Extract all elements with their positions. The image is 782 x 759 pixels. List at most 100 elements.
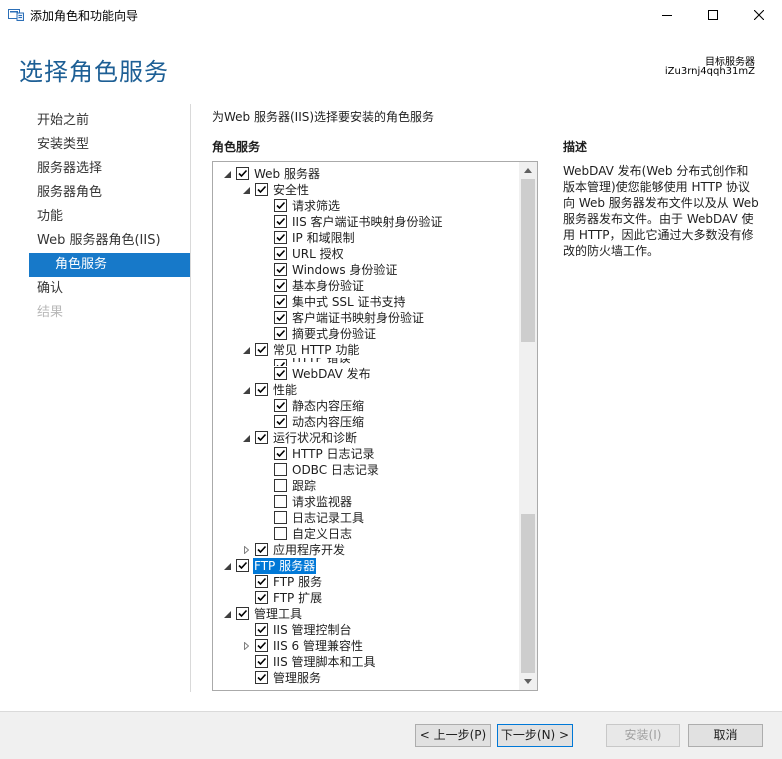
tree-row-label: IP 和域限制 (292, 231, 355, 245)
tree-checkbox[interactable] (255, 623, 268, 636)
tree-row[interactable]: IIS 管理脚本和工具 (213, 654, 519, 670)
tree-row[interactable]: IIS 6 管理兼容性 (213, 638, 519, 654)
tree-row[interactable]: IIS 客户端证书映射身份验证 (213, 214, 519, 230)
tree-checkbox[interactable] (255, 431, 268, 444)
tree-row[interactable]: FTP 扩展 (213, 590, 519, 606)
nav-item-before-you-begin[interactable]: 开始之前 (29, 109, 190, 133)
tree-checkbox[interactable] (274, 399, 287, 412)
nav-item-confirmation[interactable]: 确认 (29, 277, 190, 301)
tree-expander[interactable] (240, 342, 252, 358)
checkmark-icon (276, 417, 286, 426)
tree-checkbox[interactable] (255, 671, 268, 684)
tree-checkbox[interactable] (255, 655, 268, 668)
tree-checkbox[interactable] (274, 511, 287, 524)
tree-checkbox[interactable] (274, 311, 287, 324)
tree-expander-spacer (259, 198, 271, 214)
tree-checkbox[interactable] (274, 359, 287, 366)
tree-row[interactable]: 应用程序开发 (213, 542, 519, 558)
role-services-tree[interactable]: Web 服务器 安全性 请求筛选 IIS 客户端证书映射身份验证 IP 和域限制 URL … (212, 161, 538, 691)
tree-row-label: 动态内容压缩 (292, 415, 365, 429)
tree-checkbox[interactable] (236, 167, 249, 180)
tree-checkbox[interactable] (255, 543, 268, 556)
tree-checkbox[interactable] (255, 183, 268, 196)
nav-item-server-selection[interactable]: 服务器选择 (29, 157, 190, 181)
tree-row[interactable]: 基本身份验证 (213, 278, 519, 294)
tree-checkbox[interactable] (274, 479, 287, 492)
tree-row[interactable]: ODBC 日志记录 (213, 462, 519, 478)
tree-expander[interactable] (240, 182, 252, 198)
tree-row[interactable]: 摘要式身份验证 (213, 326, 519, 342)
tree-expander[interactable] (221, 166, 233, 182)
tree-row[interactable]: 性能 (213, 382, 519, 398)
tree-checkbox[interactable] (274, 415, 287, 428)
tree-checkbox[interactable] (255, 575, 268, 588)
vertical-scrollbar[interactable] (519, 162, 537, 690)
nav-item-web-server-role[interactable]: Web 服务器角色(IIS) (29, 229, 190, 253)
tree-row[interactable]: 集中式 SSL 证书支持 (213, 294, 519, 310)
cancel-button[interactable]: 取消 (688, 724, 763, 747)
tree-checkbox[interactable] (274, 447, 287, 460)
tree-row[interactable]: 管理服务 (213, 670, 519, 686)
previous-button[interactable]: < 上一步(P) (415, 724, 491, 747)
scroll-up-button[interactable] (519, 162, 537, 179)
tree-row[interactable]: 动态内容压缩 (213, 414, 519, 430)
scrollbar-thumb-lower[interactable] (521, 514, 535, 673)
tree-checkbox[interactable] (274, 367, 287, 380)
tree-row[interactable]: Web 服务器 (213, 166, 519, 182)
tree-expander[interactable] (240, 542, 252, 558)
tree-row[interactable]: 日志记录工具 (213, 510, 519, 526)
tree-row[interactable]: 常见 HTTP 功能 (213, 342, 519, 358)
tree-checkbox[interactable] (236, 559, 249, 572)
tree-expander[interactable] (240, 430, 252, 446)
tree-row[interactable]: 客户端证书映射身份验证 (213, 310, 519, 326)
tree-checkbox[interactable] (274, 263, 287, 276)
tree-row[interactable]: 安全性 (213, 182, 519, 198)
tree-row[interactable]: 管理工具 (213, 606, 519, 622)
tree-row[interactable]: 请求监视器 (213, 494, 519, 510)
tree-expander[interactable] (221, 558, 233, 574)
tree-row[interactable]: IP 和域限制 (213, 230, 519, 246)
tree-expander[interactable] (221, 606, 233, 622)
tree-row[interactable]: 运行状况和诊断 (213, 430, 519, 446)
tree-checkbox[interactable] (255, 383, 268, 396)
tree-expander[interactable] (240, 638, 252, 654)
tree-checkbox[interactable] (255, 343, 268, 356)
tree-checkbox[interactable] (274, 295, 287, 308)
tree-checkbox[interactable] (274, 231, 287, 244)
tree-checkbox[interactable] (236, 607, 249, 620)
minimize-button[interactable] (644, 0, 690, 30)
tree-row[interactable]: 静态内容压缩 (213, 398, 519, 414)
tree-expander[interactable] (240, 382, 252, 398)
tree-checkbox[interactable] (274, 215, 287, 228)
tree-row[interactable]: Windows 身份验证 (213, 262, 519, 278)
tree-row[interactable]: IIS 管理控制台 (213, 622, 519, 638)
tree-checkbox[interactable] (274, 527, 287, 540)
nav-item-server-roles[interactable]: 服务器角色 (29, 181, 190, 205)
tree-row[interactable]: 自定义日志 (213, 526, 519, 542)
tree-row[interactable]: HTTP 错误 (213, 358, 519, 366)
tree-row-label: 基本身份验证 (292, 279, 365, 293)
tree-row[interactable]: FTP 服务 (213, 574, 519, 590)
tree-checkbox[interactable] (274, 463, 287, 476)
close-button[interactable] (736, 0, 782, 30)
scrollbar-thumb[interactable] (521, 179, 535, 342)
nav-item-role-services[interactable]: 角色服务 (29, 253, 190, 277)
tree-checkbox[interactable] (274, 199, 287, 212)
nav-item-features[interactable]: 功能 (29, 205, 190, 229)
tree-checkbox[interactable] (274, 327, 287, 340)
tree-checkbox[interactable] (255, 639, 268, 652)
scroll-down-button[interactable] (519, 673, 537, 690)
tree-checkbox[interactable] (274, 279, 287, 292)
tree-row[interactable]: 跟踪 (213, 478, 519, 494)
nav-item-installation-type[interactable]: 安装类型 (29, 133, 190, 157)
tree-row[interactable]: 请求筛选 (213, 198, 519, 214)
tree-checkbox[interactable] (255, 591, 268, 604)
next-button[interactable]: 下一步(N) > (497, 724, 573, 747)
tree-row[interactable]: WebDAV 发布 (213, 366, 519, 382)
tree-row[interactable]: HTTP 日志记录 (213, 446, 519, 462)
tree-checkbox[interactable] (274, 495, 287, 508)
tree-row[interactable]: URL 授权 (213, 246, 519, 262)
tree-checkbox[interactable] (274, 247, 287, 260)
tree-row[interactable]: FTP 服务器 (213, 558, 519, 574)
maximize-button[interactable] (690, 0, 736, 30)
